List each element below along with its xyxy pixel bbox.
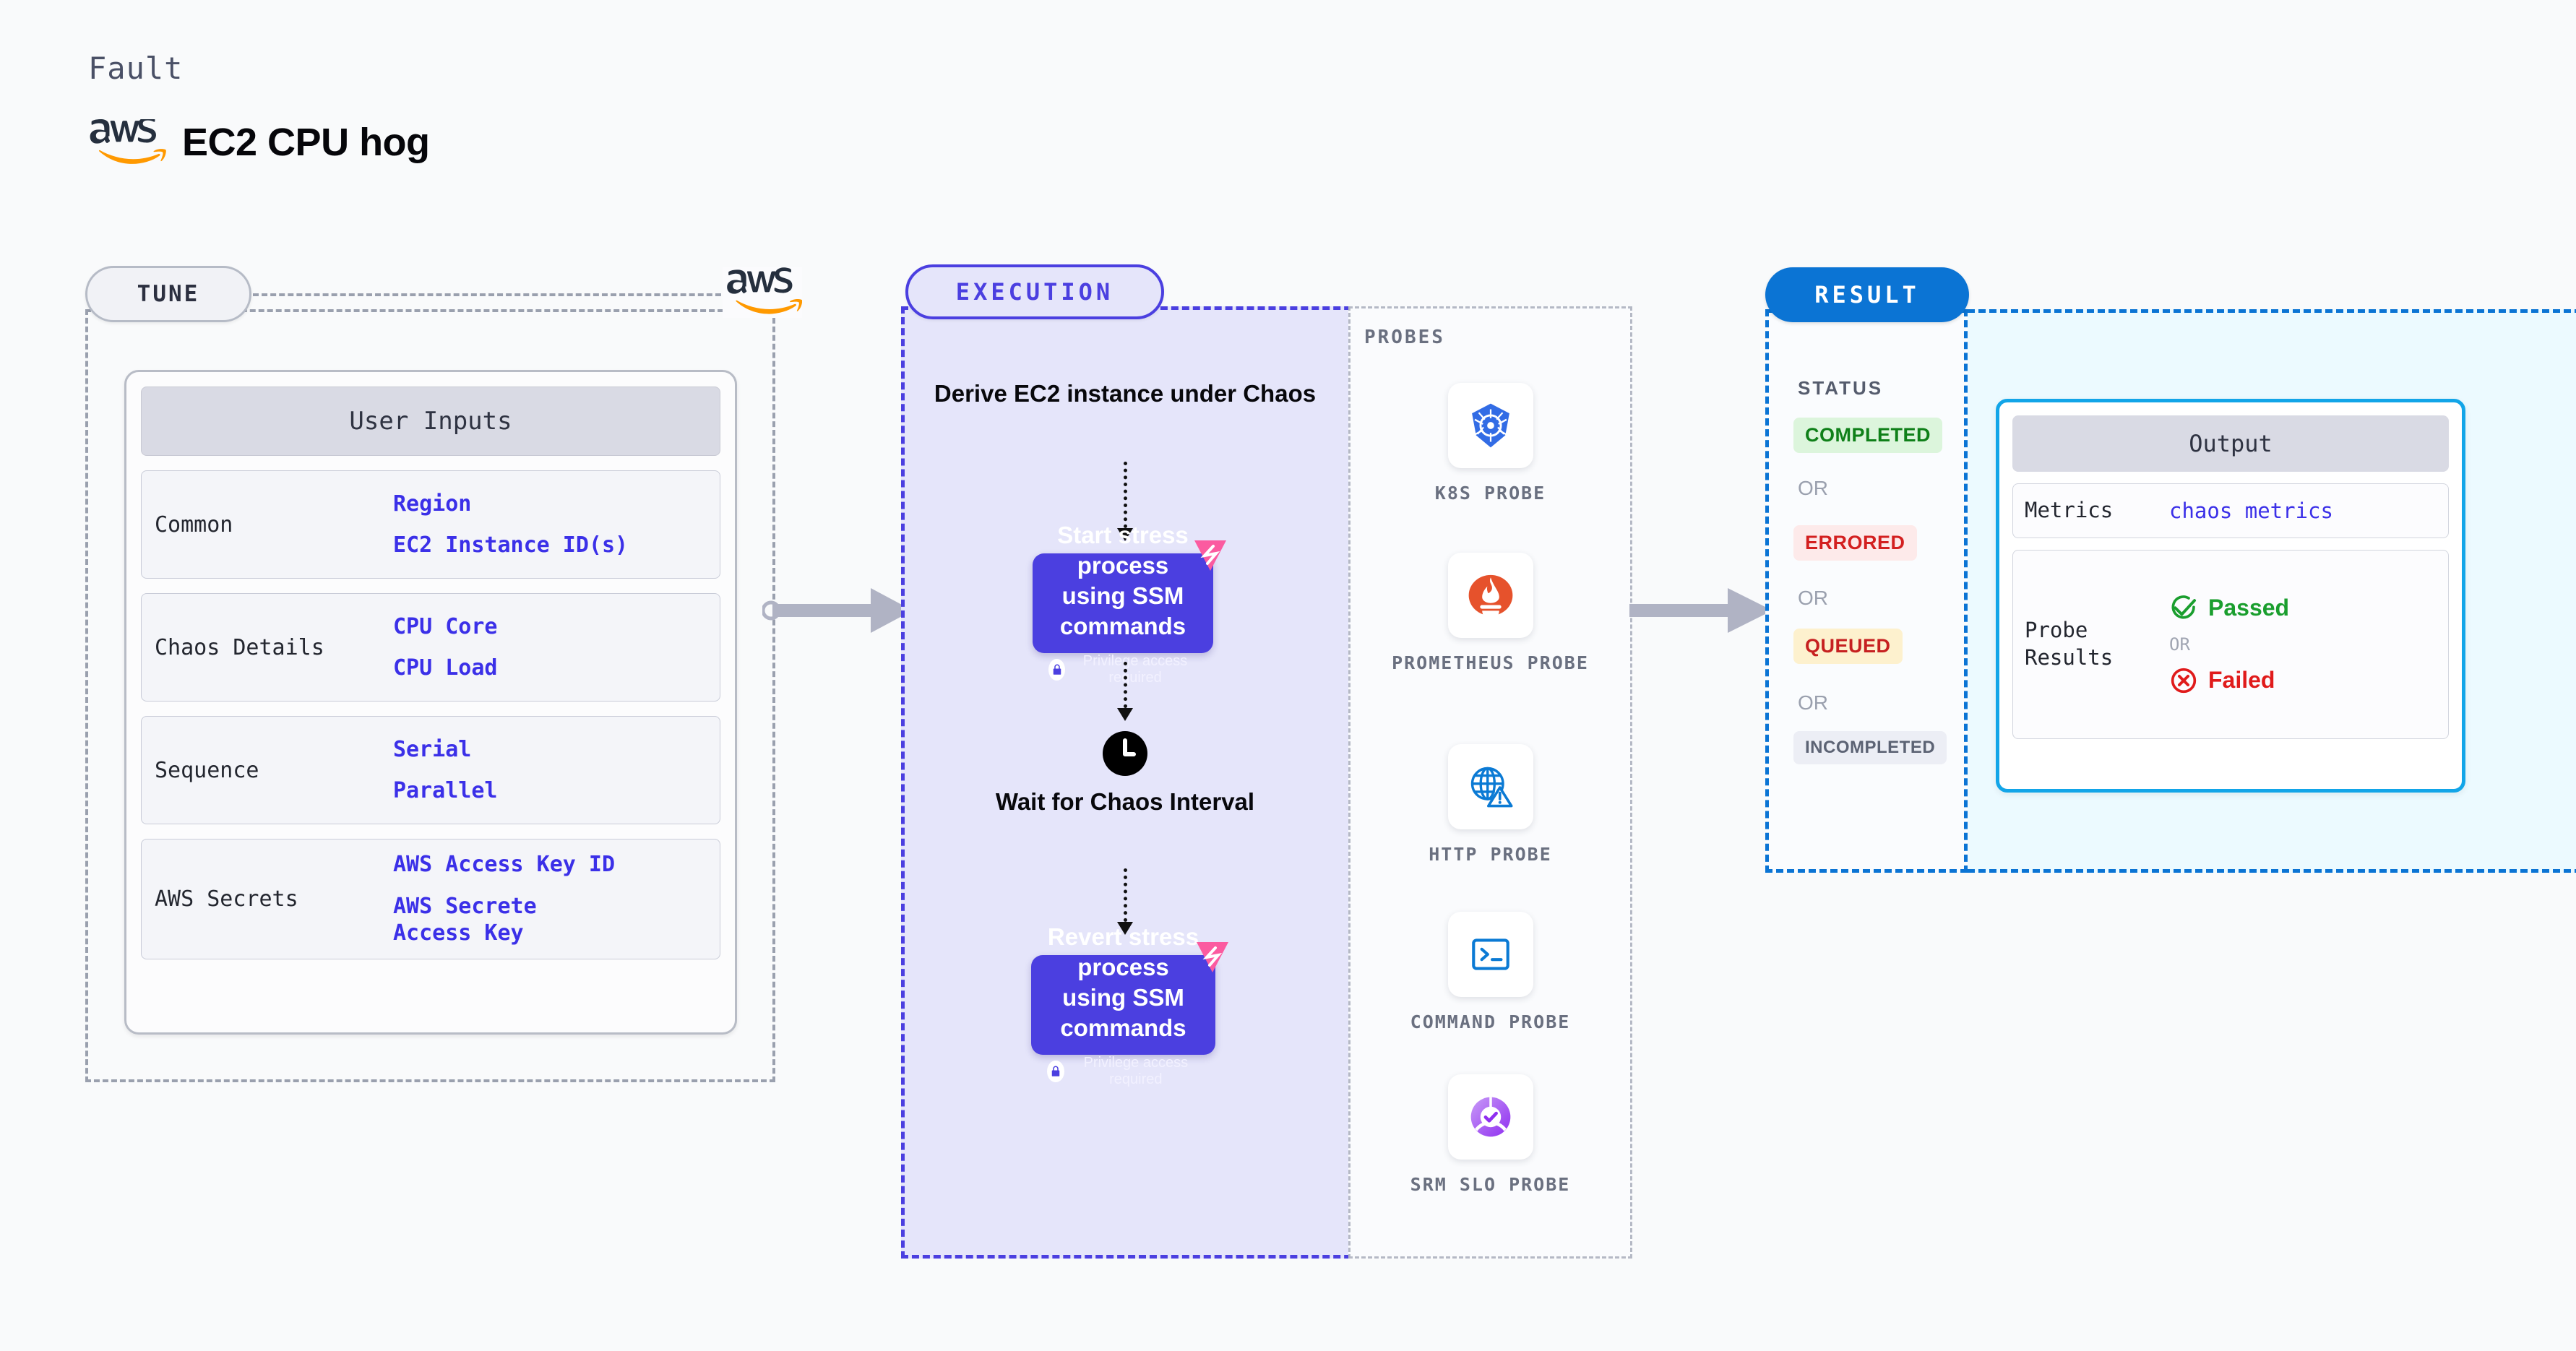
start-stress-block[interactable]: Start stress process using SSM commands … — [1033, 522, 1226, 686]
page-eyebrow: Fault — [88, 51, 184, 86]
x-circle-icon — [2171, 668, 2197, 693]
probe-tile — [1447, 1074, 1533, 1160]
user-inputs-card: User Inputs Common Region EC2 Instance I… — [124, 370, 737, 1035]
srm-slo-icon — [1470, 1097, 1510, 1137]
table-row: AWS Secrets AWS Access Key ID AWS Secret… — [141, 839, 720, 959]
prometheus-icon — [1468, 574, 1512, 620]
harness-logo-icon — [1197, 942, 1228, 972]
harness-logo-icon — [1194, 540, 1226, 571]
execution-pill-label[interactable]: EXECUTION — [905, 264, 1164, 319]
lock-icon — [1048, 659, 1066, 681]
status-badge-queued: QUEUED — [1793, 629, 1903, 664]
output-card: Output Metrics chaos metrics Probe Resul… — [1996, 399, 2465, 793]
revert-stress-block[interactable]: Revert stress process using SSM commands… — [1031, 923, 1228, 1087]
probe-result-or: OR — [2169, 634, 2190, 655]
wait-step-text: Wait for Chaos Interval — [995, 788, 1255, 815]
probe-label: K8S PROBE — [1434, 483, 1546, 504]
status-label: STATUS — [1798, 377, 1884, 399]
clock-icon — [1103, 731, 1147, 776]
table-row: Chaos Details CPU Core CPU Load — [141, 593, 720, 702]
row-label: Chaos Details — [155, 634, 324, 660]
output-row-metrics: Metrics chaos metrics — [2012, 483, 2449, 538]
row-label: AWS Secrets — [155, 886, 298, 912]
probe-item-command[interactable]: COMMAND PROBE — [1348, 912, 1632, 1035]
row-label: Common — [155, 512, 233, 538]
terminal-icon — [1471, 938, 1509, 970]
check-circle-icon — [2171, 595, 2196, 619]
metrics-label: Metrics — [2025, 498, 2114, 522]
privilege-note-text: Privilege access required — [1083, 1055, 1189, 1088]
probe-results-label: Probe Results — [2025, 618, 2114, 670]
derive-step-text: Derive EC2 instance under Chaos — [934, 380, 1317, 407]
row-value[interactable]: CPU Core — [393, 613, 498, 641]
output-title: Output — [2012, 415, 2449, 472]
passed-label: Passed — [2208, 595, 2290, 621]
row-label: Sequence — [155, 757, 259, 783]
http-globe-warning-icon — [1470, 767, 1512, 808]
output-row-probe-results: Probe Results Passed OR Failed — [2012, 549, 2449, 739]
probe-label: SRM SLO PROBE — [1410, 1174, 1571, 1195]
privilege-note: Privilege access required — [1047, 1055, 1199, 1088]
row-value[interactable]: Region — [393, 491, 628, 518]
tune-connector-dash — [253, 293, 730, 296]
row-value[interactable]: CPU Load — [393, 655, 498, 682]
status-or: OR — [1798, 477, 1828, 499]
status-or: OR — [1798, 691, 1828, 714]
status-badge-errored: ERRORED — [1793, 525, 1917, 561]
probe-result-failed: Failed — [2169, 666, 2289, 695]
user-inputs-title: User Inputs — [141, 387, 720, 456]
probe-tile — [1447, 912, 1533, 997]
probe-label: PROMETHEUS PROBE — [1392, 652, 1589, 673]
probe-tile — [1447, 383, 1533, 468]
row-value[interactable]: Parallel — [393, 777, 498, 805]
privilege-note-text: Privilege access required — [1082, 653, 1188, 686]
page-title-row: EC2 CPU hog — [85, 119, 430, 165]
result-pill-label[interactable]: RESULT — [1765, 267, 1969, 322]
lock-icon — [1047, 1061, 1064, 1083]
tune-pill-label[interactable]: TUNE — [85, 266, 251, 322]
row-value[interactable]: AWS Secrete Access Key — [393, 893, 615, 947]
aws-logo-icon — [723, 267, 802, 318]
table-row: Sequence Serial Parallel — [141, 716, 720, 824]
probe-tile — [1447, 553, 1533, 638]
probe-item-srm-slo[interactable]: SRM SLO PROBE — [1348, 1074, 1632, 1197]
flow-connector-2 — [1117, 662, 1133, 721]
probe-label: HTTP PROBE — [1429, 844, 1552, 865]
status-badge-incompleted: INCOMPLETED — [1793, 731, 1947, 764]
probe-tile — [1447, 744, 1533, 829]
probe-item-k8s[interactable]: K8S PROBE — [1348, 383, 1632, 506]
kubernetes-icon — [1471, 403, 1509, 448]
status-badge-completed: COMPLETED — [1793, 418, 1943, 453]
table-row: Common Region EC2 Instance ID(s) — [141, 470, 720, 579]
metrics-value[interactable]: chaos metrics — [2169, 498, 2333, 523]
execution-flow: Derive EC2 instance under Chaos Start st… — [901, 306, 1349, 1259]
probe-item-prometheus[interactable]: PROMETHEUS PROBE — [1348, 553, 1632, 676]
failed-label: Failed — [2208, 667, 2275, 694]
probe-result-passed: Passed — [2169, 594, 2289, 623]
revert-stress-title: Revert stress process using SSM commands — [1047, 923, 1199, 1042]
aws-logo-icon — [90, 119, 166, 164]
diagram-canvas: Fault EC2 CPU hog TUNE User Inputs Commo… — [0, 0, 2576, 1351]
page-title: EC2 CPU hog — [182, 121, 430, 164]
start-stress-title: Start stress process using SSM commands — [1057, 521, 1189, 640]
probe-item-http[interactable]: HTTP PROBE — [1348, 744, 1632, 867]
status-or: OR — [1798, 587, 1828, 609]
probes-section-label: PROBES — [1364, 327, 1445, 348]
row-value[interactable]: AWS Access Key ID — [393, 851, 615, 879]
probe-label: COMMAND PROBE — [1410, 1011, 1571, 1032]
row-value[interactable]: Serial — [393, 736, 498, 764]
privilege-note: Privilege access required — [1048, 653, 1197, 686]
row-value[interactable]: EC2 Instance ID(s) — [393, 532, 628, 559]
